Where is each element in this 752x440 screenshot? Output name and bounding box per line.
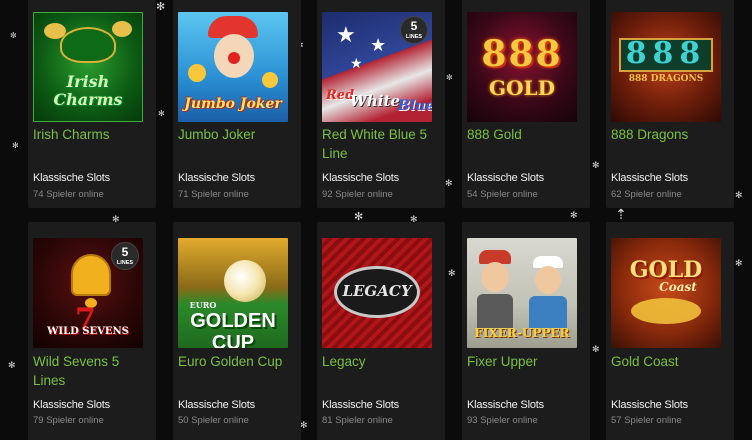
game-title[interactable]: Jumbo Joker <box>178 125 296 144</box>
players-online: 93 Spieler online <box>467 415 538 426</box>
game-art-logo: GOLDEN CUP <box>190 310 276 348</box>
game-thumbnail[interactable]: FIXER-UPPER <box>467 238 577 348</box>
lines-badge: 5 LINES <box>400 16 428 44</box>
game-art-logo: GOLD <box>629 257 703 283</box>
game-category: Klassische Slots <box>322 172 399 184</box>
players-online: 54 Spieler online <box>467 189 538 200</box>
game-title[interactable]: Euro Golden Cup <box>178 352 296 371</box>
game-art-logo: Coast <box>659 280 697 294</box>
players-online: 74 Spieler online <box>33 189 104 200</box>
lines-badge: 5 LINES <box>111 242 139 270</box>
game-thumbnail[interactable]: LEGACY <box>322 238 432 348</box>
game-title[interactable]: Red White Blue 5 Line <box>322 125 440 163</box>
players-online: 57 Spieler online <box>611 415 682 426</box>
game-category: Klassische Slots <box>33 399 110 411</box>
game-category: Klassische Slots <box>178 399 255 411</box>
game-art-logo: 888 <box>481 33 563 75</box>
game-thumbnail[interactable]: 888 888 DRAGONS <box>611 12 721 122</box>
game-art-logo: FIXER-UPPER <box>474 326 570 340</box>
game-title[interactable]: 888 Dragons <box>611 125 729 144</box>
game-category: Klassische Slots <box>467 399 544 411</box>
game-card[interactable]: 888 888 DRAGONS 888 Dragons Klassische S… <box>606 0 734 208</box>
game-art-logo: 888 <box>625 36 707 71</box>
game-title[interactable]: Gold Coast <box>611 352 729 371</box>
snowflake-icon: ✻ <box>570 210 578 220</box>
game-card[interactable]: LEGACY Legacy Klassische Slots 81 Spiele… <box>317 222 445 440</box>
game-category: Klassische Slots <box>33 172 110 184</box>
game-thumbnail[interactable]: 888 GOLD <box>467 12 577 122</box>
game-category: Klassische Slots <box>467 172 544 184</box>
game-thumbnail[interactable]: Jumbo Joker <box>178 12 288 122</box>
game-category: Klassische Slots <box>611 399 688 411</box>
game-thumbnail[interactable]: 7 5 LINES WILD SEVENS <box>33 238 143 348</box>
game-art-logo: GOLD <box>489 76 555 100</box>
game-thumbnail[interactable]: Irish Charms <box>33 12 143 122</box>
game-title[interactable]: 888 Gold <box>467 125 585 144</box>
game-card[interactable]: ★ ★ ★ 5 LINES Red White Blue Red White B… <box>317 0 445 208</box>
game-art-logo: Jumbo Joker <box>184 96 282 112</box>
game-card[interactable]: Jumbo Joker Jumbo Joker Klassische Slots… <box>173 0 301 208</box>
game-category: Klassische Slots <box>611 172 688 184</box>
game-card[interactable]: GOLD Coast Gold Coast Klassische Slots 5… <box>606 222 734 440</box>
game-row: 7 5 LINES WILD SEVENS Wild Sevens 5 Line… <box>0 222 752 440</box>
game-thumbnail[interactable]: GOLD Coast <box>611 238 721 348</box>
game-thumbnail[interactable]: ★ ★ ★ 5 LINES Red White Blue <box>322 12 432 122</box>
game-art-logo: EURO <box>189 300 217 310</box>
game-card[interactable]: Irish Charms Irish Charms Klassische Slo… <box>28 0 156 208</box>
players-online: 79 Spieler online <box>33 415 104 426</box>
game-row: Irish Charms Irish Charms Klassische Slo… <box>0 0 752 208</box>
players-online: 92 Spieler online <box>322 189 393 200</box>
game-card[interactable]: EURO GOLDEN CUP Euro Golden Cup Klassisc… <box>173 222 301 440</box>
game-thumbnail[interactable]: EURO GOLDEN CUP <box>178 238 288 348</box>
players-online: 71 Spieler online <box>178 189 249 200</box>
game-category: Klassische Slots <box>178 172 255 184</box>
players-online: 81 Spieler online <box>322 415 393 426</box>
players-online: 62 Spieler online <box>611 189 682 200</box>
game-art-logo: Blue <box>398 98 432 114</box>
game-art-logo: Irish Charms <box>53 72 123 109</box>
game-art-logo: WILD SEVENS <box>47 326 129 337</box>
game-card[interactable]: 7 5 LINES WILD SEVENS Wild Sevens 5 Line… <box>28 222 156 440</box>
game-title[interactable]: Legacy <box>322 352 440 371</box>
game-art-logo: LEGACY <box>342 282 412 300</box>
game-title[interactable]: Irish Charms <box>33 125 151 144</box>
game-art-logo: 888 DRAGONS <box>628 74 704 84</box>
game-art-logo: White <box>350 92 400 110</box>
game-title[interactable]: Wild Sevens 5 Lines <box>33 352 151 390</box>
players-online: 50 Spieler online <box>178 415 249 426</box>
game-category: Klassische Slots <box>322 399 399 411</box>
game-title[interactable]: Fixer Upper <box>467 352 585 371</box>
game-card[interactable]: FIXER-UPPER Fixer Upper Klassische Slots… <box>462 222 590 440</box>
arrow-up-icon[interactable]: ⇡ <box>614 206 628 222</box>
game-card[interactable]: 888 GOLD 888 Gold Klassische Slots 54 Sp… <box>462 0 590 208</box>
